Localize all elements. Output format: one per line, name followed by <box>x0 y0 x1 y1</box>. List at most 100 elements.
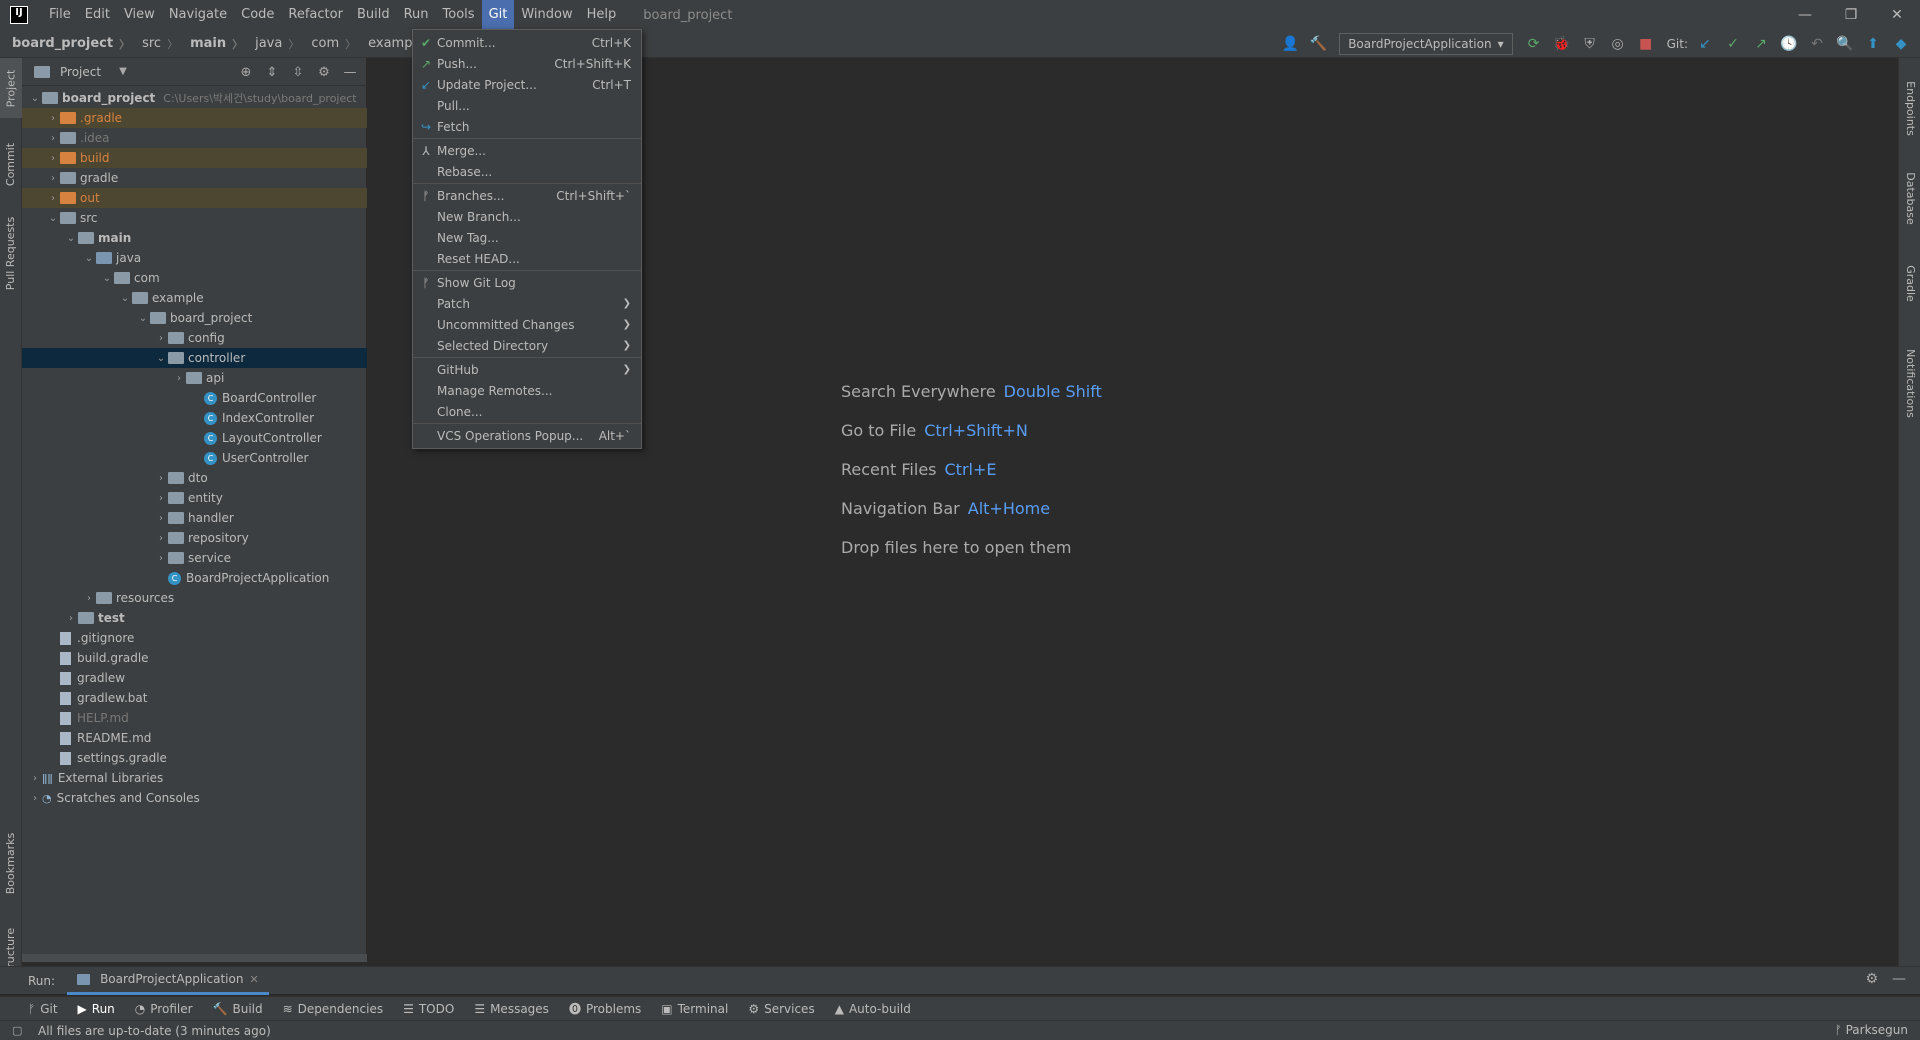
tree-node-config[interactable]: › config <box>22 328 367 348</box>
update-available-icon[interactable]: ⬆ <box>1862 33 1884 55</box>
tree-node-example[interactable]: ⌄ example <box>22 288 367 308</box>
chevron-down-icon[interactable]: ▼ <box>119 66 127 77</box>
tree-node-scratches-and-consoles[interactable]: › ◔ Scratches and Consoles <box>22 788 367 808</box>
tree-node-controller[interactable]: ⌄ controller <box>22 348 367 368</box>
breadcrumb-item[interactable]: main 〉 <box>178 36 243 52</box>
chevron-right-icon[interactable]: › <box>46 153 60 164</box>
tree-node-gitignore[interactable]: .gitignore <box>22 628 367 648</box>
menu-view[interactable]: View <box>117 0 162 30</box>
tree-node-gradlew-bat[interactable]: gradlew.bat <box>22 688 367 708</box>
menu-help[interactable]: Help <box>580 0 624 30</box>
tree-node-gradlew[interactable]: gradlew <box>22 668 367 688</box>
chevron-right-icon[interactable]: › <box>82 593 96 604</box>
chevron-right-icon[interactable]: › <box>64 613 78 624</box>
breadcrumb-item[interactable]: src 〉 <box>130 36 178 52</box>
menu-edit[interactable]: Edit <box>78 0 117 30</box>
bottom-tab-profiler[interactable]: ◔ Profiler <box>135 1002 193 1016</box>
tab-database[interactable]: Database <box>1899 158 1920 238</box>
git-menu-item-patch[interactable]: Patch ❯ <box>413 293 641 314</box>
menu-code[interactable]: Code <box>234 0 281 30</box>
git-menu-item-update-project[interactable]: ↙ Update Project... Ctrl+T <box>413 74 641 95</box>
chevron-right-icon[interactable]: › <box>28 793 42 804</box>
git-commit-icon[interactable]: ✓ <box>1722 33 1744 55</box>
tree-node-com[interactable]: ⌄ com <box>22 268 367 288</box>
user-icon[interactable]: 👤 <box>1279 33 1301 55</box>
chevron-right-icon[interactable]: › <box>28 773 42 784</box>
menu-git[interactable]: Git <box>481 0 515 30</box>
tree-node-settings-gradle[interactable]: settings.gradle <box>22 748 367 768</box>
menu-run[interactable]: Run <box>397 0 436 30</box>
rerun-icon[interactable]: ⟳ <box>1523 33 1545 55</box>
tree-node-handler[interactable]: › handler <box>22 508 367 528</box>
breadcrumb-item[interactable]: com 〉 <box>299 36 356 52</box>
tree-node-boardprojectapplication[interactable]: C BoardProjectApplication <box>22 568 367 588</box>
tree-node-api[interactable]: › api <box>22 368 367 388</box>
tree-node-repository[interactable]: › repository <box>22 528 367 548</box>
menu-navigate[interactable]: Navigate <box>162 0 234 30</box>
coverage-icon[interactable]: ⛨ <box>1579 33 1601 55</box>
chevron-right-icon[interactable]: › <box>172 373 186 384</box>
tree-node-board-project[interactable]: ⌄ board_project C:\Users\박세건\study\board_p… <box>22 88 367 108</box>
bottom-tab-run[interactable]: ▶ Run <box>78 1002 115 1016</box>
restore-icon[interactable]: ❐ <box>1828 0 1874 30</box>
git-menu-item-merge[interactable]: ⅄ Merge... <box>413 140 641 161</box>
menu-refactor[interactable]: Refactor <box>281 0 350 30</box>
git-menu-item-rebase[interactable]: Rebase... <box>413 161 641 182</box>
tree-node-service[interactable]: › service <box>22 548 367 568</box>
tree-node-src[interactable]: ⌄ src <box>22 208 367 228</box>
git-menu-item-show-git-log[interactable]: ᚠ Show Git Log <box>413 272 641 293</box>
close-icon[interactable]: ✕ <box>1874 0 1920 30</box>
chevron-down-icon[interactable]: ⌄ <box>46 213 60 224</box>
chevron-down-icon[interactable]: ⌄ <box>100 273 114 284</box>
git-menu-item-commit[interactable]: ✔ Commit... Ctrl+K <box>413 32 641 53</box>
tree-node-test[interactable]: › test <box>22 608 367 628</box>
tree-node-readme-md[interactable]: README.md <box>22 728 367 748</box>
minimize-icon[interactable]: — <box>1782 0 1828 30</box>
chevron-right-icon[interactable]: › <box>46 173 60 184</box>
tree-node-out[interactable]: › out <box>22 188 367 208</box>
build-hammer-icon[interactable]: 🔨 <box>1307 33 1329 55</box>
tree-node-gradle[interactable]: › .gradle <box>22 108 367 128</box>
tab-notifications[interactable]: Notifications <box>1899 328 1920 438</box>
debug-icon[interactable]: 🐞 <box>1551 33 1573 55</box>
tree-node-board-project[interactable]: ⌄ board_project <box>22 308 367 328</box>
locate-icon[interactable]: ⊕ <box>236 62 256 82</box>
tree-node-dto[interactable]: › dto <box>22 468 367 488</box>
menu-build[interactable]: Build <box>350 0 397 30</box>
hide-icon[interactable]: — <box>1892 971 1906 987</box>
chevron-right-icon[interactable]: › <box>154 513 168 524</box>
chevron-right-icon[interactable]: › <box>154 553 168 564</box>
tab-pull-requests[interactable]: Pull Requests <box>0 208 22 298</box>
bottom-tab-todo[interactable]: ☰ TODO <box>403 1002 454 1016</box>
bottom-tab-terminal[interactable]: ▣ Terminal <box>661 1002 728 1016</box>
bottom-tab-auto-build[interactable]: ▲ Auto-build <box>835 1002 911 1016</box>
git-menu-item-manage-remotes[interactable]: Manage Remotes... <box>413 380 641 401</box>
chevron-right-icon[interactable]: › <box>154 473 168 484</box>
git-update-icon[interactable]: ↙ <box>1694 33 1716 55</box>
bottom-tab-problems[interactable]: ⓿ Problems <box>569 1000 641 1017</box>
chevron-down-icon[interactable]: ⌄ <box>118 293 132 304</box>
tab-bookmarks[interactable]: Bookmarks <box>0 823 22 903</box>
chevron-right-icon[interactable]: › <box>154 493 168 504</box>
status-message[interactable]: All files are up-to-date (3 minutes ago) <box>38 1024 271 1038</box>
hide-icon[interactable]: — <box>340 62 360 82</box>
tree-node-usercontroller[interactable]: C UserController <box>22 448 367 468</box>
menu-window[interactable]: Window <box>514 0 579 30</box>
breadcrumb-item[interactable]: java 〉 <box>243 36 299 52</box>
hint-shortcut[interactable]: Double Shift <box>1004 382 1102 401</box>
tree-node-resources[interactable]: › resources <box>22 588 367 608</box>
tree-node-idea[interactable]: › .idea <box>22 128 367 148</box>
profile-icon[interactable]: ◎ <box>1607 33 1629 55</box>
git-menu-item-new-branch[interactable]: New Branch... <box>413 206 641 227</box>
hint-shortcut[interactable]: Ctrl+E <box>945 460 997 479</box>
search-icon[interactable]: 🔍 <box>1834 33 1856 55</box>
git-menu-item-selected-directory[interactable]: Selected Directory ❯ <box>413 335 641 356</box>
git-push-icon[interactable]: ↗ <box>1750 33 1772 55</box>
bottom-tab-messages[interactable]: ☰ Messages <box>474 1002 549 1016</box>
tab-project[interactable]: Project <box>0 58 22 118</box>
chevron-down-icon[interactable]: ⌄ <box>136 313 150 324</box>
tab-endpoints[interactable]: Endpoints <box>1899 68 1920 148</box>
collapse-all-icon[interactable]: ⇳ <box>288 62 308 82</box>
bottom-tab-services[interactable]: ⚙ Services <box>748 1002 814 1016</box>
chevron-right-icon[interactable]: › <box>154 333 168 344</box>
